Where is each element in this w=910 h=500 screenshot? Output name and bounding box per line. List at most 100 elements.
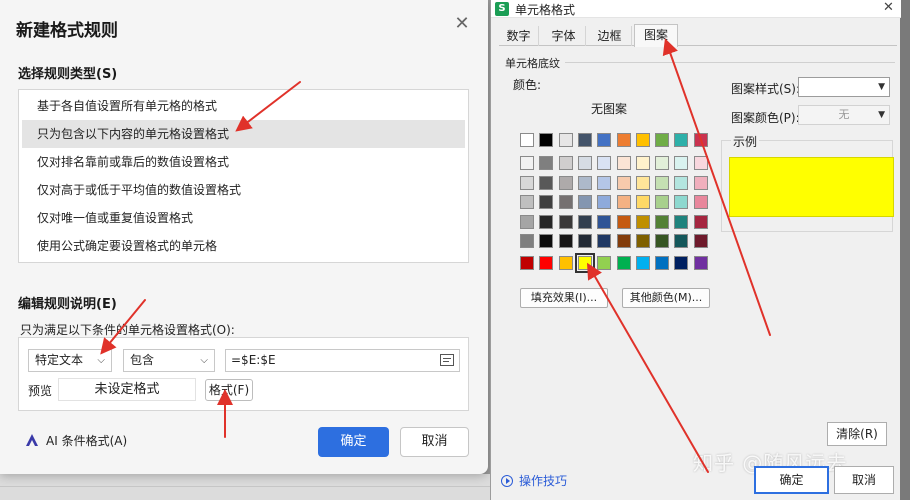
color-swatch[interactable] xyxy=(520,195,534,209)
color-swatch[interactable] xyxy=(539,234,554,248)
color-swatch[interactable] xyxy=(577,175,592,190)
color-swatch[interactable] xyxy=(539,133,554,147)
color-swatch[interactable] xyxy=(655,214,670,229)
color-swatch[interactable] xyxy=(616,234,631,248)
color-swatch[interactable] xyxy=(597,234,612,248)
color-swatch[interactable] xyxy=(635,156,650,170)
color-swatch[interactable] xyxy=(520,175,534,190)
color-swatch[interactable] xyxy=(635,234,650,248)
color-swatch[interactable] xyxy=(616,156,631,170)
color-swatch[interactable] xyxy=(616,214,631,229)
rule-type-item[interactable]: 仅对高于或低于平均值的数值设置格式 xyxy=(22,176,465,204)
color-swatch[interactable] xyxy=(539,256,554,270)
color-swatch[interactable] xyxy=(616,195,631,209)
ok-button[interactable]: 确定 xyxy=(754,466,829,494)
color-swatch[interactable] xyxy=(520,156,534,170)
close-icon[interactable]: ✕ xyxy=(883,0,894,15)
color-swatch[interactable] xyxy=(574,253,595,273)
color-swatch[interactable] xyxy=(693,214,708,229)
cancel-button[interactable]: 取消 xyxy=(834,466,894,494)
color-swatch[interactable] xyxy=(674,234,689,248)
color-swatch[interactable] xyxy=(597,195,612,209)
clear-button[interactable]: 清除(R) xyxy=(827,422,887,446)
color-swatch[interactable] xyxy=(558,133,573,147)
rule-type-item[interactable]: 只为包含以下内容的单元格设置格式 xyxy=(22,120,465,148)
color-swatch[interactable] xyxy=(558,156,573,170)
example-label: 示例 xyxy=(731,133,760,150)
range-select-icon[interactable] xyxy=(440,354,454,366)
color-swatch[interactable] xyxy=(558,234,573,248)
no-pattern-option[interactable]: 无图案 xyxy=(591,100,627,117)
color-swatch[interactable] xyxy=(558,175,573,190)
color-swatch[interactable] xyxy=(597,214,612,229)
color-swatch[interactable] xyxy=(674,175,689,190)
cancel-button[interactable]: 取消 xyxy=(400,427,469,457)
color-swatch[interactable] xyxy=(674,256,689,270)
color-swatch[interactable] xyxy=(539,156,554,170)
color-swatch[interactable] xyxy=(597,175,612,190)
color-swatch[interactable] xyxy=(693,256,708,270)
ai-conditional-format-link[interactable]: AI 条件格式(A) xyxy=(26,433,127,449)
ok-button[interactable]: 确定 xyxy=(318,427,389,457)
color-swatch[interactable] xyxy=(577,133,592,147)
fill-effects-button[interactable]: 填充效果(I)... xyxy=(520,288,608,308)
color-swatch[interactable] xyxy=(520,234,534,248)
pattern-color-select[interactable]: 无 ▼ xyxy=(798,105,890,125)
color-swatch[interactable] xyxy=(635,195,650,209)
color-swatch[interactable] xyxy=(539,214,554,229)
tab-font[interactable]: 字体 xyxy=(542,26,586,46)
color-swatch[interactable] xyxy=(520,133,534,147)
rule-type-item[interactable]: 仅对排名靠前或靠后的数值设置格式 xyxy=(22,148,465,176)
rule-type-item[interactable]: 基于各自值设置所有单元格的格式 xyxy=(22,92,465,120)
pattern-style-select[interactable]: ▼ xyxy=(798,77,890,97)
color-swatch[interactable] xyxy=(616,256,631,270)
color-swatch[interactable] xyxy=(655,256,670,270)
color-swatch[interactable] xyxy=(597,156,612,170)
color-swatch[interactable] xyxy=(674,156,689,170)
format-button[interactable]: 格式(F) xyxy=(205,379,253,401)
color-swatch[interactable] xyxy=(577,156,592,170)
color-swatch[interactable] xyxy=(597,133,612,147)
rule-type-item[interactable]: 仅对唯一值或重复值设置格式 xyxy=(22,204,465,232)
color-swatch[interactable] xyxy=(655,234,670,248)
color-swatch[interactable] xyxy=(655,156,670,170)
color-swatch[interactable] xyxy=(655,133,670,147)
color-swatch[interactable] xyxy=(693,195,708,209)
color-swatch[interactable] xyxy=(693,156,708,170)
color-swatch[interactable] xyxy=(655,195,670,209)
color-swatch[interactable] xyxy=(616,133,631,147)
color-swatch[interactable] xyxy=(558,256,573,270)
operator-select[interactable]: 包含 ⌵ xyxy=(123,349,215,372)
tab-border[interactable]: 边框 xyxy=(588,26,632,46)
color-swatch[interactable] xyxy=(674,195,689,209)
color-swatch[interactable] xyxy=(539,175,554,190)
more-colors-button[interactable]: 其他颜色(M)... xyxy=(622,288,710,308)
color-swatch[interactable] xyxy=(577,234,592,248)
color-swatch[interactable] xyxy=(674,133,689,147)
color-swatch[interactable] xyxy=(693,133,708,147)
color-swatch[interactable] xyxy=(558,195,573,209)
color-swatch[interactable] xyxy=(635,175,650,190)
color-swatch[interactable] xyxy=(674,214,689,229)
color-swatch[interactable] xyxy=(520,214,534,229)
formula-input[interactable]: =$E:$E xyxy=(225,349,460,372)
color-swatch[interactable] xyxy=(635,214,650,229)
tab-pattern[interactable]: 图案 xyxy=(634,24,678,47)
color-swatch[interactable] xyxy=(693,175,708,190)
color-swatch[interactable] xyxy=(655,175,670,190)
color-swatch[interactable] xyxy=(558,214,573,229)
color-swatch[interactable] xyxy=(693,234,708,248)
color-swatch[interactable] xyxy=(616,175,631,190)
tips-link[interactable]: 操作技巧 xyxy=(501,472,567,489)
color-swatch[interactable] xyxy=(597,256,612,270)
condition-type-select[interactable]: 特定文本 ⌵ xyxy=(28,349,112,372)
color-swatch[interactable] xyxy=(577,214,592,229)
color-swatch[interactable] xyxy=(635,256,650,270)
color-swatch[interactable] xyxy=(539,195,554,209)
color-swatch[interactable] xyxy=(635,133,650,147)
color-swatch[interactable] xyxy=(520,256,534,270)
color-swatch[interactable] xyxy=(577,195,592,209)
tab-number[interactable]: 数字 xyxy=(499,26,539,46)
close-icon[interactable]: ✕ xyxy=(454,15,470,33)
rule-type-item[interactable]: 使用公式确定要设置格式的单元格 xyxy=(22,232,465,260)
